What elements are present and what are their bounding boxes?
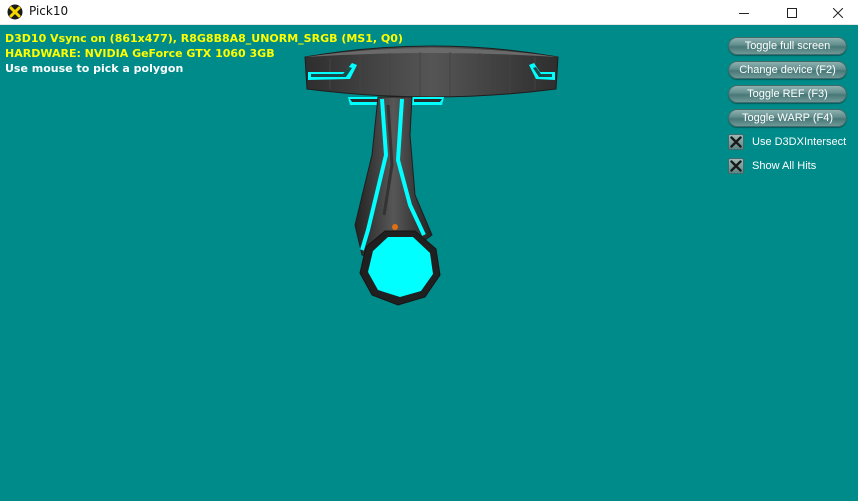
maximize-icon [787,7,797,18]
maximize-button[interactable] [769,0,815,25]
checkbox-label: Show All Hits [752,160,817,172]
change-device-button[interactable]: Change device (F2) [728,61,847,79]
minimize-icon [739,12,749,14]
close-icon [833,7,843,18]
frame-stats-text: D3D10 Vsync on (861x477), R8G8B8A8_UNORM… [5,32,403,45]
help-text: Use mouse to pick a polygon [5,62,184,75]
window-title: Pick10 [29,4,69,18]
checkbox-box[interactable] [728,158,744,174]
render-viewport[interactable]: D3D10 Vsync on (861x477), R8G8B8A8_UNORM… [0,25,858,501]
check-x-icon [730,136,742,148]
check-x-icon [730,160,742,172]
stats-overlay: D3D10 Vsync on (861x477), R8G8B8A8_UNORM… [5,31,403,76]
use-d3dxintersect-checkbox[interactable]: Use D3DXIntersect [728,133,846,151]
minimize-button[interactable] [721,0,767,25]
checkbox-box[interactable] [728,134,744,150]
toggle-warp-button[interactable]: Toggle WARP (F4) [728,109,847,127]
title-bar[interactable]: Pick10 [0,0,858,25]
close-button[interactable] [815,0,858,25]
show-all-hits-checkbox[interactable]: Show All Hits [728,157,816,175]
toggle-ref-button[interactable]: Toggle REF (F3) [728,85,847,103]
device-stats-text: HARDWARE: NVIDIA GeForce GTX 1060 3GB [5,47,275,60]
directx-x-icon [7,4,23,20]
toggle-fullscreen-button[interactable]: Toggle full screen [728,37,847,55]
checkbox-label: Use D3DXIntersect [752,136,847,148]
